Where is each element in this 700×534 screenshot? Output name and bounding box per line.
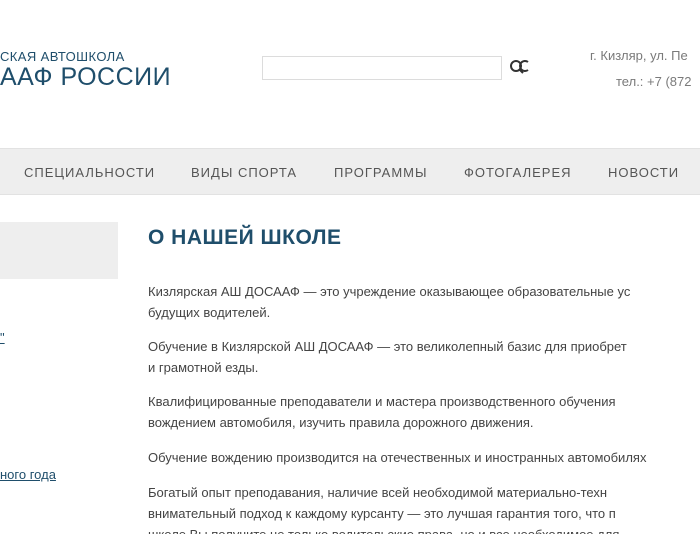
nav-item-sports[interactable]: ВИДЫ СПОРТА bbox=[191, 165, 297, 180]
paragraph: Кизлярская АШ ДОСААФ — это учреждение ок… bbox=[148, 281, 700, 323]
paragraph-line: Богатый опыт преподавания, наличие всей … bbox=[148, 485, 608, 500]
paragraph-line: Обучение вождению производится на отечес… bbox=[148, 450, 647, 465]
paragraph-line: Обучение в Кизлярской АШ ДОСААФ — это ве… bbox=[148, 339, 627, 354]
paragraph-line: внимательный подход к каждому курсанту —… bbox=[148, 506, 616, 521]
address-text: г. Кизляр, ул. Пе bbox=[590, 48, 688, 63]
paragraph-line: будущих водителей. bbox=[148, 305, 271, 320]
logo-subtitle: СКАЯ АВТОШКОЛА bbox=[0, 49, 125, 64]
paragraph-line: вождением автомобиля, изучить правила до… bbox=[148, 415, 534, 430]
nav-item-specialties[interactable]: СПЕЦИАЛЬНОСТИ bbox=[24, 165, 155, 180]
search-icon[interactable] bbox=[509, 59, 529, 77]
nav-item-news[interactable]: НОВОСТИ bbox=[608, 165, 679, 180]
paragraph: Обучение вождению производится на отечес… bbox=[148, 447, 700, 468]
paragraph: Квалифицированные преподаватели и мастер… bbox=[148, 391, 700, 433]
paragraph-line: и грамотной езды. bbox=[148, 360, 259, 375]
sidebar-link[interactable]: ного года bbox=[0, 467, 56, 482]
nav-item-gallery[interactable]: ФОТОГАЛЕРЕЯ bbox=[464, 165, 572, 180]
paragraph: Обучение в Кизлярской АШ ДОСААФ — это ве… bbox=[148, 336, 700, 378]
logo-title[interactable]: ААФ РОССИИ bbox=[0, 63, 171, 92]
paragraph: Богатый опыт преподавания, наличие всей … bbox=[148, 482, 700, 534]
search-input[interactable] bbox=[262, 56, 502, 80]
nav-item-programs[interactable]: ПРОГРАММЫ bbox=[334, 165, 428, 180]
sidebar-header bbox=[0, 222, 118, 279]
page-title: О НАШЕЙ ШКОЛЕ bbox=[148, 226, 342, 249]
main-nav: СПЕЦИАЛЬНОСТИ ВИДЫ СПОРТА ПРОГРАММЫ ФОТО… bbox=[0, 148, 700, 195]
paragraph-line: школе Вы получите не только водительские… bbox=[148, 524, 700, 534]
paragraph-line: Кизлярская АШ ДОСААФ — это учреждение ок… bbox=[148, 284, 631, 299]
paragraph-line: Квалифицированные преподаватели и мастер… bbox=[148, 394, 616, 409]
sidebar-link[interactable]: " bbox=[0, 330, 5, 345]
phone-text: тел.: +7 (872 bbox=[616, 74, 692, 89]
